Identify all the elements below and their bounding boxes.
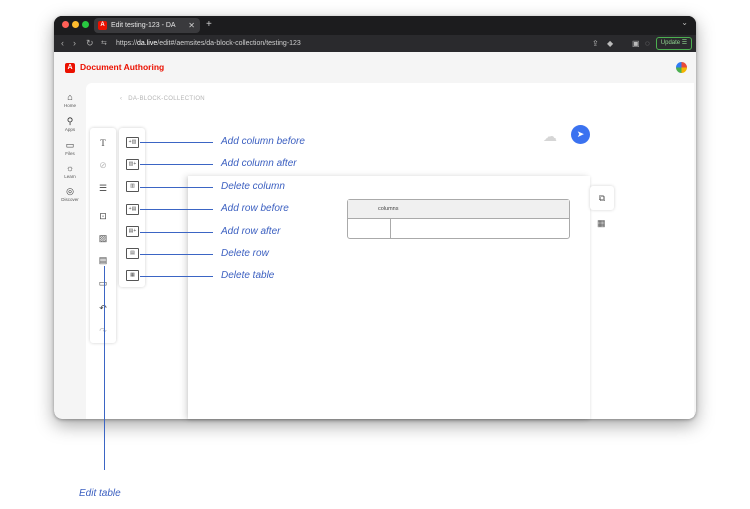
maximize-window-button[interactable] [82,21,89,28]
nav-item-discover[interactable]: ◎ Discover [60,186,80,202]
editor-toolbar: T ⊘ ☰ ⊡ ▨ ▤ ▭ ↶ ↷ [90,128,116,343]
browser-tab[interactable]: A Edit testing-123 - DA ✕ [94,18,200,33]
adobe-logo-icon: A [65,63,75,73]
nav-label: Discover [61,197,79,202]
callout-delete-row: Delete row [221,248,269,259]
tab-list-chevron-icon[interactable]: ⌄ [681,18,688,27]
preview-icon[interactable]: ⧉ [590,186,614,210]
address-bar: ‹ › ↻ ⇆ https://da.live/edit#/aemsites/d… [54,35,696,52]
send-icon: ➤ [576,129,585,139]
image-icon[interactable]: ▨ [90,232,116,244]
nav-label: Files [65,151,75,156]
block-icon[interactable]: ⊡ [90,210,116,222]
url-path: /edit#/aemsites/da-block-collection/test… [157,40,301,47]
callout-delete-column: Delete column [221,181,285,192]
add-column-before-icon[interactable]: +▥ [126,137,139,148]
list-icon[interactable]: ☰ [90,182,116,194]
folder-icon: ▭ [65,140,75,150]
callout-add-row-after: Add row after [221,226,281,237]
url-field[interactable]: https://da.live/edit#/aemsites/da-block-… [116,35,301,52]
add-column-after-icon[interactable]: ▥+ [126,159,139,170]
avatar[interactable] [676,62,687,73]
text-icon[interactable]: T [90,137,116,149]
callout-line [140,254,213,255]
tab-bar: A Edit testing-123 - DA ✕ + ⌄ [54,16,696,35]
close-window-button[interactable] [62,21,69,28]
callout-line [140,276,213,277]
nav-item-files[interactable]: ▭ Files [60,140,80,156]
breadcrumb[interactable]: ‹ DA-BLOCK-COLLECTION [120,96,205,102]
callout-line [140,209,213,210]
cloud-icon: ☁ [543,128,557,144]
url-prefix: https:// [116,40,138,47]
callout-add-column-before: Add column before [221,136,305,147]
forward-icon[interactable]: › [73,36,76,51]
edit-table-icon[interactable]: ▤ [90,254,116,266]
home-icon: ⌂ [67,92,73,102]
minimize-window-button[interactable] [72,21,79,28]
back-icon[interactable]: ‹ [61,36,64,51]
table-column-divider [390,218,391,238]
lightbulb-icon: ☼ [65,163,75,173]
nav-item-apps[interactable]: ⚲ Apps [60,116,80,132]
add-row-before-icon[interactable]: +▤ [126,204,139,215]
redo-icon[interactable]: ↷ [90,325,116,337]
nav-label: Learn [64,174,76,179]
close-tab-icon[interactable]: ✕ [188,18,195,33]
table-header-cell[interactable]: columns [378,206,398,212]
callout-line [140,164,213,165]
callout-line [140,142,213,143]
apps-icon: ⚲ [66,116,74,126]
callout-edit-table: Edit table [79,488,121,499]
breadcrumb-label: DA-BLOCK-COLLECTION [128,96,205,102]
app-title: Document Authoring [80,62,165,72]
callout-line [140,187,213,188]
callout-line [140,232,213,233]
url-domain: da.live [137,40,158,47]
adobe-favicon-icon: A [98,21,107,30]
nav-label: Home [63,103,76,108]
shield-icon[interactable]: ◆ [607,36,613,51]
calendar-icon[interactable]: ▦ [597,218,606,229]
new-tab-button[interactable]: + [206,17,212,33]
table-tools-bar: +▥ ▥+ ▥ +▤ ▤+ ▤ ▦ [119,128,145,287]
compass-icon: ◎ [66,186,74,196]
callout-add-column-after: Add column after [221,158,297,169]
site-settings-icon[interactable]: ⇆ [101,36,107,51]
share-icon[interactable]: ⇪ [592,36,599,51]
callout-delete-table: Delete table [221,270,275,281]
block-table[interactable]: columns [347,199,570,239]
nav-label: Apps [64,127,76,132]
reload-icon[interactable]: ↻ [86,36,94,51]
link-icon[interactable]: ⊘ [90,159,116,171]
update-button[interactable]: Update ☰ [656,37,692,50]
delete-column-icon[interactable]: ▥ [126,181,139,192]
undo-icon[interactable]: ↶ [90,302,116,314]
callout-add-row-before: Add row before [221,203,289,214]
add-row-after-icon[interactable]: ▤+ [126,226,139,237]
chat-icon[interactable]: ◌ [645,36,650,51]
tab-title: Edit testing-123 - DA [111,22,176,29]
breadcrumb-back-icon[interactable]: ‹ [120,96,122,102]
nav-item-learn[interactable]: ☼ Learn [60,163,80,179]
nav-item-home[interactable]: ⌂ Home [60,92,80,108]
extension-icon[interactable]: ▣ [632,36,640,51]
section-icon[interactable]: ▭ [90,277,116,289]
delete-table-icon[interactable]: ▦ [126,270,139,281]
edit-table-callout-line [104,266,105,470]
publish-button[interactable]: ➤ [571,125,590,144]
delete-row-icon[interactable]: ▤ [126,248,139,259]
